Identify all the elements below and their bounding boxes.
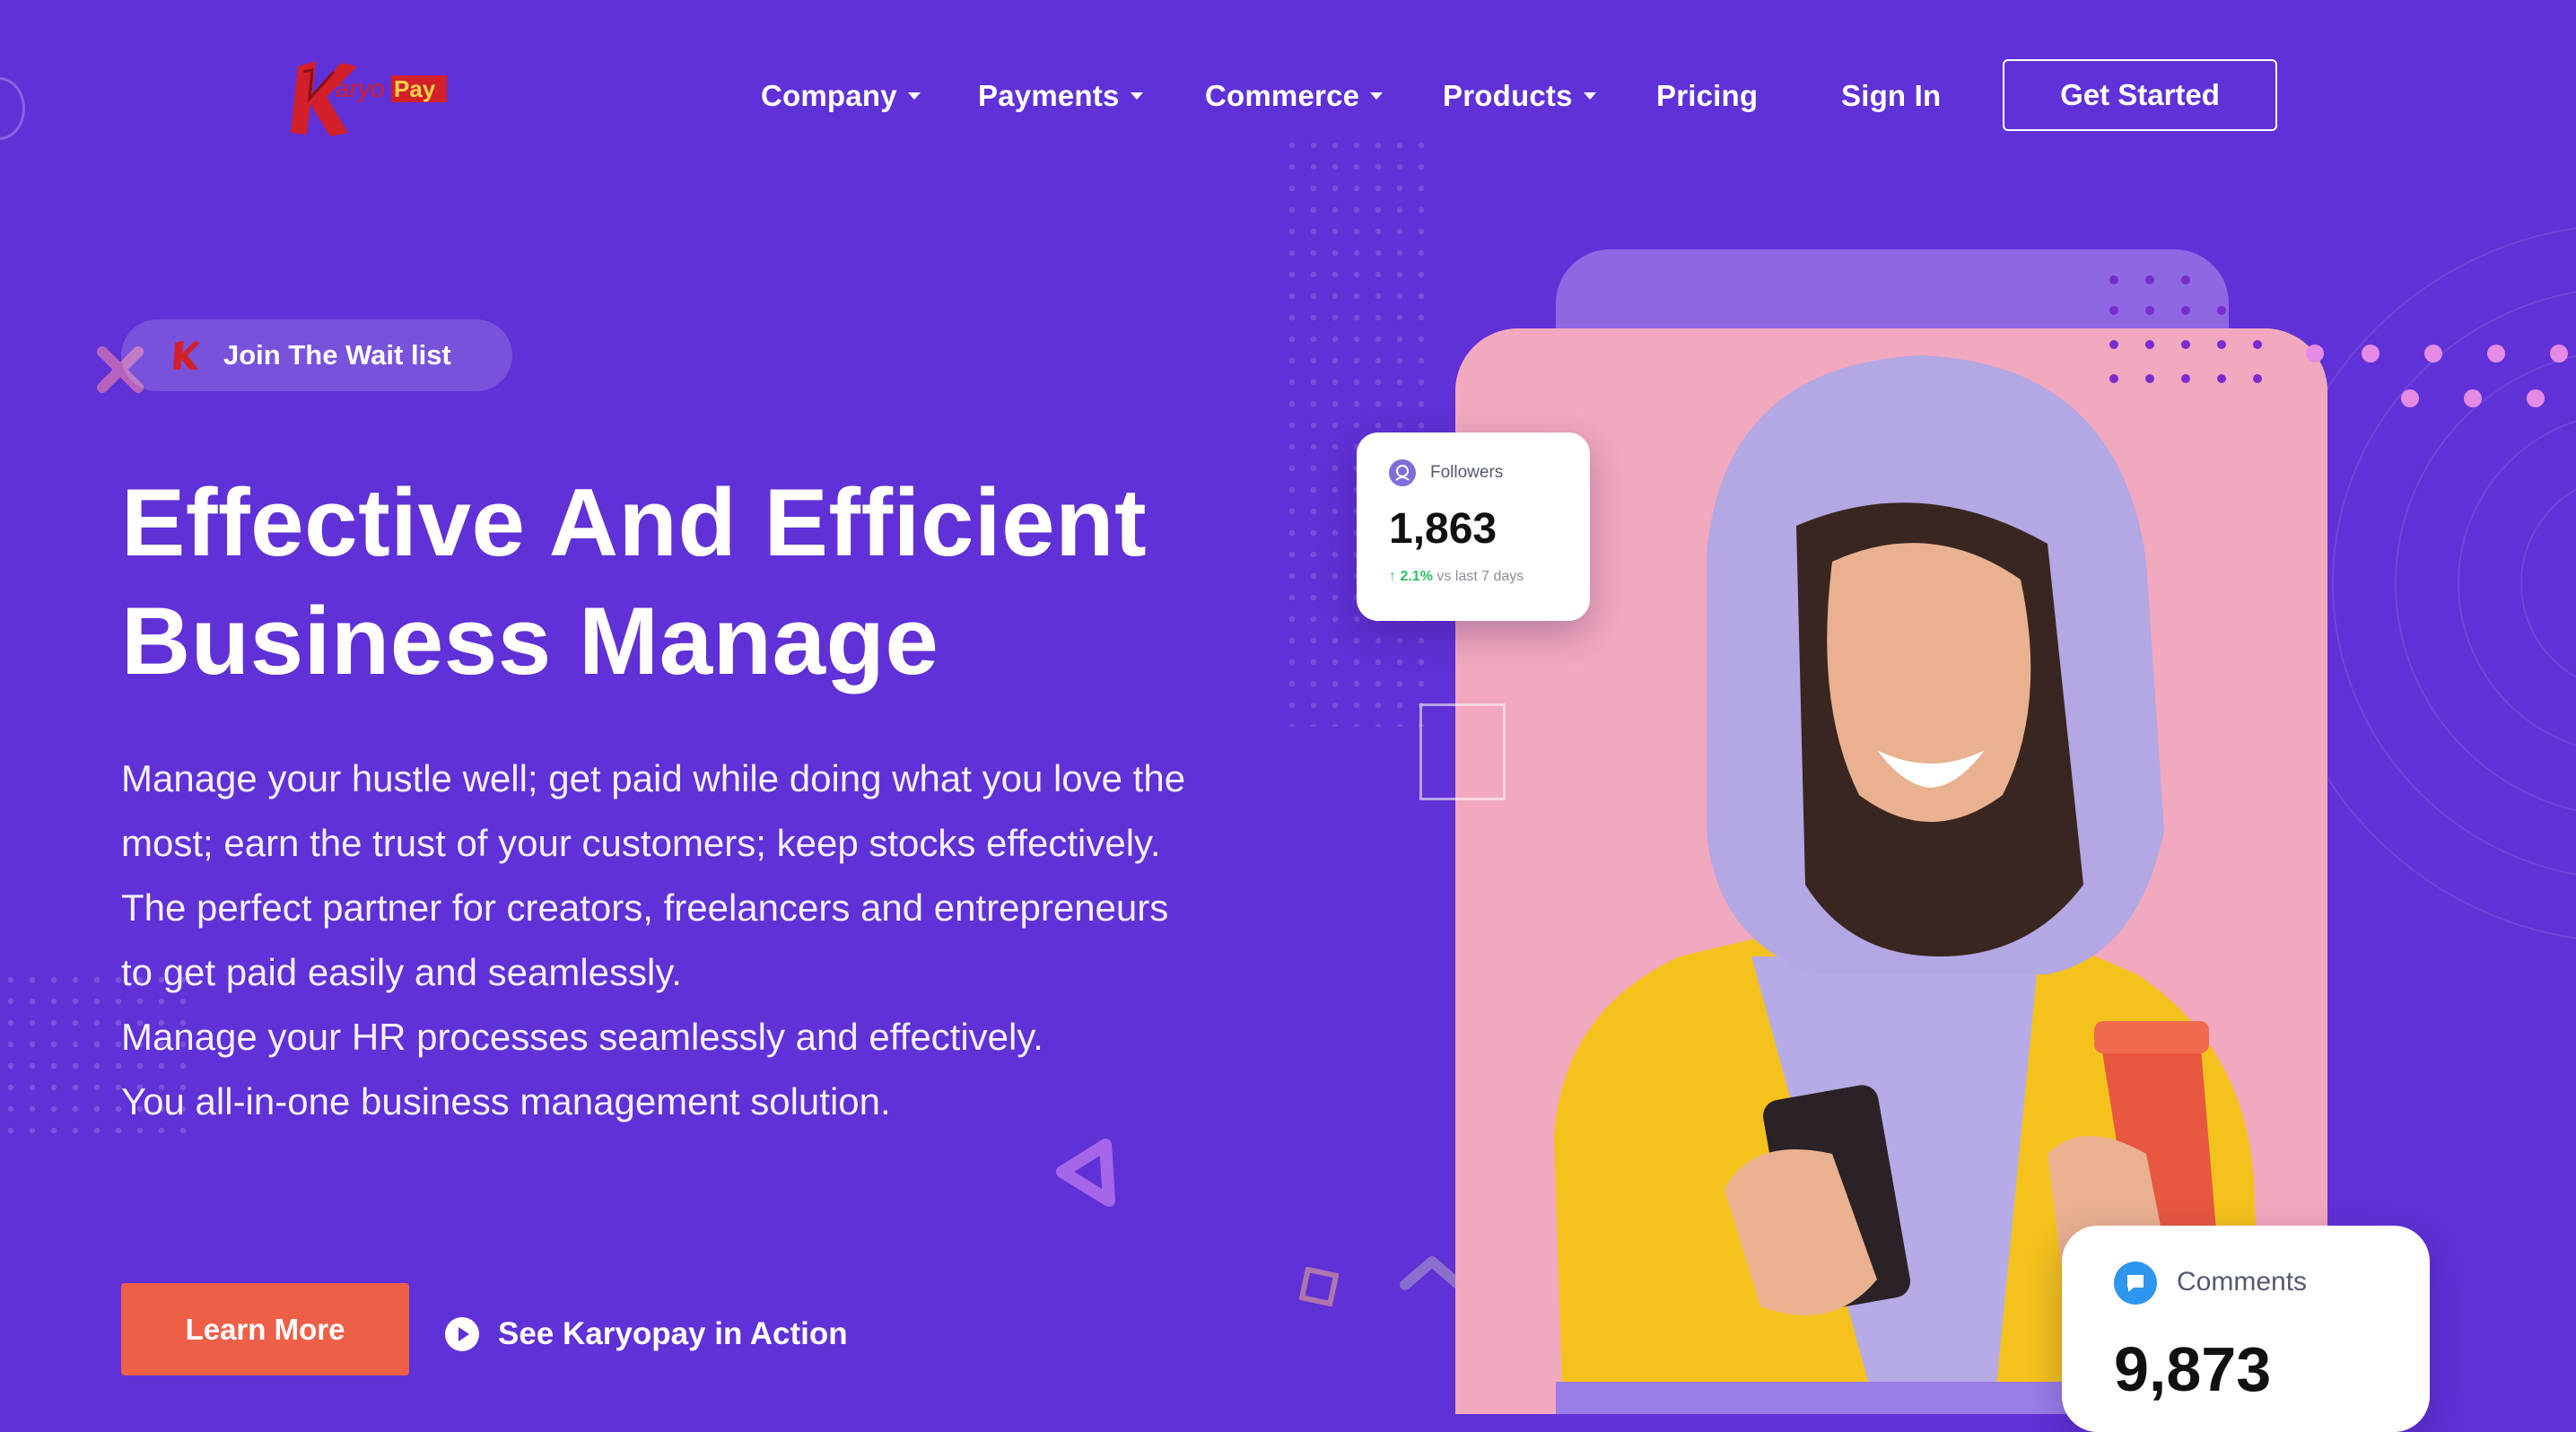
followers-trend: ↑ 2.1% vs last 7 days (1389, 569, 1524, 585)
comment-icon (2114, 1262, 2157, 1305)
hero-title-line: Business Manage (121, 587, 939, 694)
followers-stat-card: Followers 1,863 ↑ 2.1% vs last 7 days (1357, 432, 1590, 621)
description-paragraph: Manage your HR processes seamlessly and … (121, 1016, 1043, 1058)
comments-title: Comments (2177, 1267, 2308, 1297)
followers-change: 2.1% (1400, 569, 1433, 584)
nav-company[interactable]: Company (761, 75, 921, 117)
nav-products[interactable]: Products (1443, 75, 1596, 117)
nav-label: Products (1443, 79, 1573, 112)
play-icon (445, 1317, 479, 1351)
nav-label: Payments (978, 79, 1120, 112)
chevron-down-icon (1370, 92, 1384, 100)
trend-up-icon: ↑ (1389, 569, 1396, 584)
svg-text:aryo: aryo (336, 74, 384, 102)
nav-sign-in[interactable]: Sign In (1841, 75, 1941, 117)
decorative-dot-grid (1281, 135, 1425, 727)
comments-stat-card: Comments 9,873 (2062, 1226, 2430, 1432)
nav-label: Commerce (1205, 79, 1360, 112)
comments-value: 9,873 (2114, 1334, 2272, 1404)
hero-description: Manage your hustle well; get paid while … (121, 747, 1198, 1134)
description-paragraph: Manage your hustle well; get paid while … (121, 757, 1186, 864)
chevron-down-icon (1130, 92, 1143, 100)
k-logo-icon (173, 341, 200, 370)
karyopay-logo[interactable]: aryo Pay (285, 56, 456, 138)
nav-payments[interactable]: Payments (978, 75, 1143, 117)
learn-more-button[interactable]: Learn More (121, 1283, 409, 1375)
join-waitlist-badge[interactable]: Join The Wait list (121, 319, 512, 391)
hero-title-line: Effective And Efficient (121, 468, 1148, 576)
chevron-down-icon (1583, 92, 1596, 100)
decorative-triangle (1056, 1139, 1115, 1207)
followers-icon (1389, 459, 1416, 486)
see-in-action-link[interactable]: See Karyopay in Action (444, 1312, 848, 1357)
nav-commerce[interactable]: Commerce (1205, 75, 1384, 117)
decorative-dot-grid (2109, 275, 2262, 383)
see-in-action-label: See Karyopay in Action (498, 1316, 848, 1351)
nav-label: Company (761, 79, 897, 112)
followers-title: Followers (1430, 463, 1504, 482)
svg-text:Pay: Pay (394, 75, 436, 102)
get-started-button[interactable]: Get Started (2003, 59, 2277, 131)
decorative-square (1299, 1267, 1339, 1306)
decorative-strip (1556, 1382, 2094, 1414)
waitlist-label: Join The Wait list (223, 339, 451, 371)
description-paragraph: The perfect partner for creators, freela… (121, 886, 1169, 993)
followers-change-suffix: vs last 7 days (1436, 569, 1524, 584)
nav-pricing[interactable]: Pricing (1656, 75, 1758, 117)
followers-value: 1,863 (1389, 505, 1498, 553)
decorative-ring (0, 77, 25, 140)
chevron-down-icon (907, 92, 921, 100)
description-paragraph: You all-in-one business management solut… (121, 1080, 891, 1122)
nav-label: Pricing (1656, 79, 1759, 112)
decorative-dot-grid (2306, 345, 2568, 407)
hero-title: Effective And Efficient Business Manage (121, 463, 1234, 700)
decorative-outline-rect (1419, 703, 1506, 800)
nav-label: Sign In (1841, 79, 1942, 112)
